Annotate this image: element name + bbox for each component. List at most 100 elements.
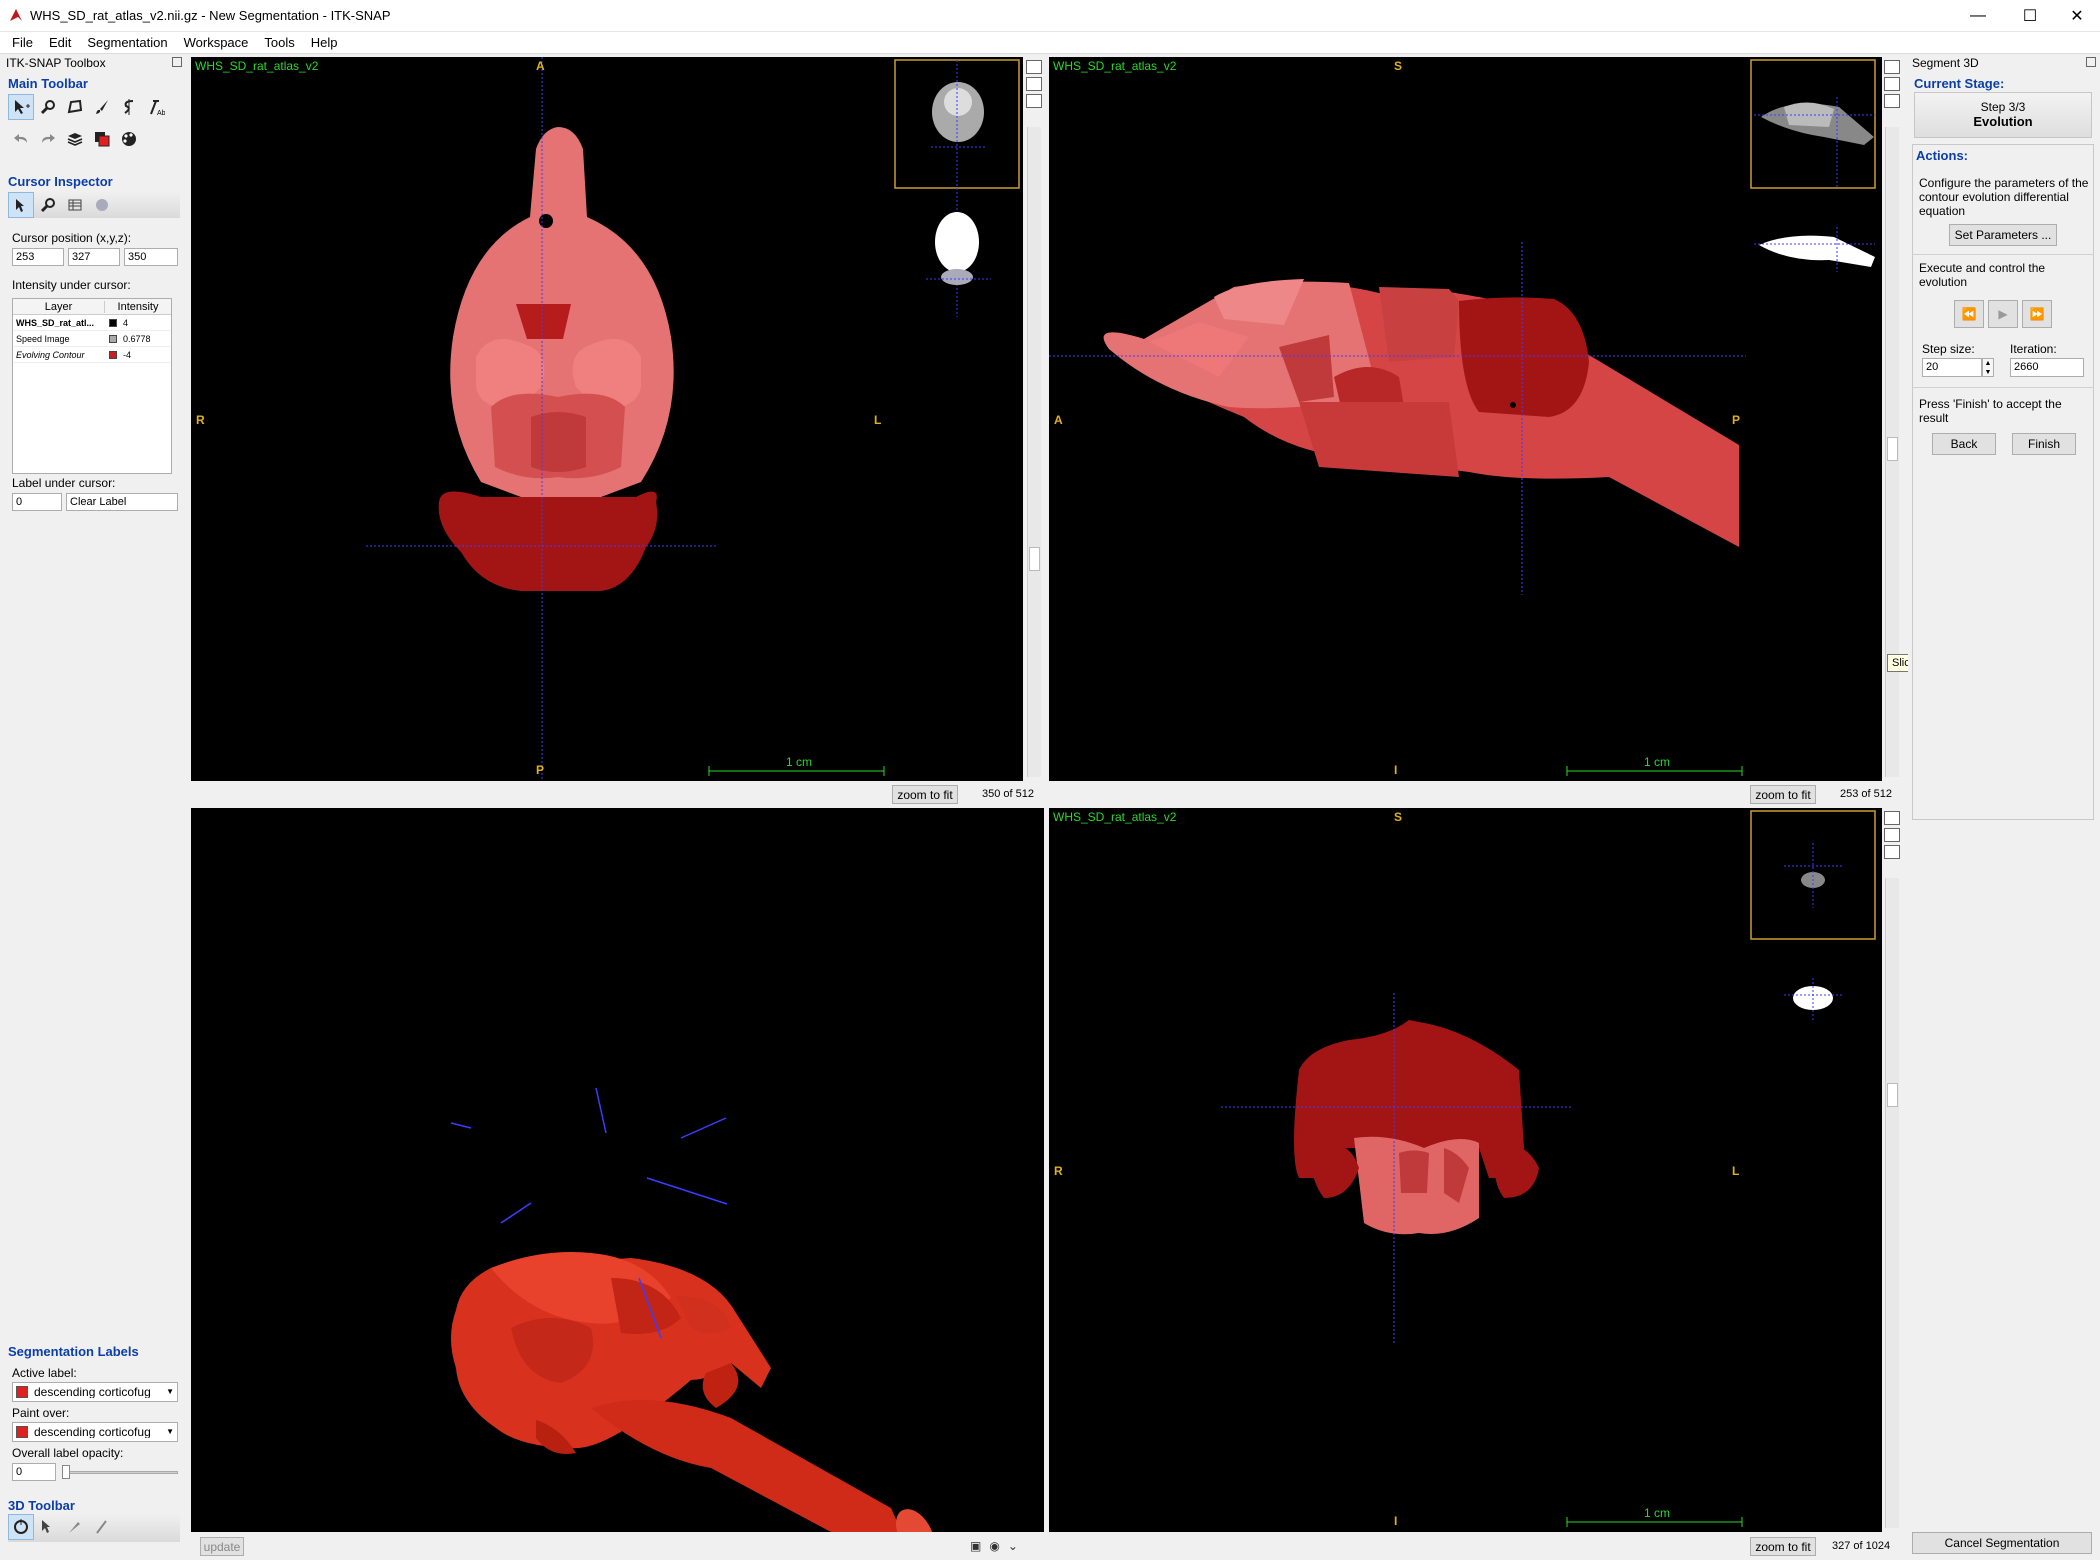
undock-icon[interactable]: [2086, 57, 2096, 67]
annotation-tool-icon[interactable]: Ab: [143, 94, 169, 120]
undock-icon[interactable]: [172, 57, 182, 67]
undo-icon[interactable]: [8, 126, 34, 152]
redo-icon[interactable]: [35, 126, 61, 152]
main-toolbar: Ab: [8, 94, 169, 120]
paint-over-swatch: [16, 1426, 28, 1438]
finish-button[interactable]: Finish: [2012, 433, 2076, 455]
set-parameters-button[interactable]: Set Parameters ...: [1949, 224, 2057, 246]
stage-indicator: Step 3/3 Evolution: [1914, 92, 2092, 138]
sagittal-slice-image: [1049, 59, 1876, 776]
table-icon[interactable]: [62, 192, 88, 218]
sagittal-scroll-thumb[interactable]: [1887, 437, 1898, 461]
layers-inspect-icon[interactable]: [89, 192, 115, 218]
label-editor-icon[interactable]: [89, 126, 115, 152]
itk-snap-app-icon: [10, 9, 22, 21]
crosshair-3d-icon[interactable]: [35, 1514, 61, 1540]
snake-tool-icon[interactable]: [116, 94, 142, 120]
coronal-scroll-thumb[interactable]: [1887, 1083, 1898, 1107]
cursor-inspector-title: Cursor Inspector: [8, 174, 113, 189]
cursor-icon[interactable]: [8, 192, 34, 218]
back-button[interactable]: Back: [1932, 433, 1996, 455]
update-3d-button[interactable]: update: [200, 1537, 244, 1556]
step-forward-button[interactable]: ⏩: [2022, 300, 2052, 328]
menu-help[interactable]: Help: [303, 35, 346, 50]
camera-icon[interactable]: [1884, 94, 1900, 108]
layer-name: Evolving Contour: [16, 349, 85, 360]
layout-icon[interactable]: [1884, 77, 1900, 91]
coronal-orient-bottom: I: [1394, 1514, 1398, 1528]
axial-slice-scrollbar[interactable]: [1027, 127, 1041, 777]
toolbox-title: ITK-SNAP Toolbox: [6, 56, 106, 70]
play-button[interactable]: ▶: [1988, 300, 2018, 328]
opacity-input[interactable]: 0: [12, 1463, 56, 1481]
view-mode-icon[interactable]: [1884, 60, 1900, 74]
menu-edit[interactable]: Edit: [41, 35, 79, 50]
active-label-dropdown[interactable]: descending corticofug ▼: [12, 1382, 178, 1402]
cursor-z-input[interactable]: 350: [124, 248, 178, 266]
polygon-tool-icon[interactable]: [62, 94, 88, 120]
divider: [1912, 387, 2094, 388]
paint-over-title: Paint over:: [12, 1406, 70, 1420]
camera-icon[interactable]: [1884, 845, 1900, 859]
sagittal-slice-scrollbar[interactable]: [1885, 127, 1899, 777]
zoom-inspect-icon[interactable]: [35, 192, 61, 218]
coronal-slice-scrollbar[interactable]: [1885, 878, 1899, 1528]
title-bar: WHS_SD_rat_atlas_v2.nii.gz - New Segment…: [0, 0, 2100, 32]
cancel-segmentation-button[interactable]: Cancel Segmentation: [1912, 1532, 2092, 1554]
axial-scroll-thumb[interactable]: [1029, 547, 1040, 571]
coronal-orient-right: L: [1732, 1164, 1740, 1178]
coronal-zoom-button[interactable]: zoom to fit: [1750, 1537, 1816, 1556]
close-button[interactable]: ✕: [2054, 0, 2100, 32]
zoom-tool-icon[interactable]: [35, 94, 61, 120]
reset-view-icon[interactable]: ▣: [970, 1539, 981, 1553]
menu-tools[interactable]: Tools: [256, 35, 302, 50]
step-size-arrows[interactable]: ▲ ▼: [1982, 358, 1994, 377]
cursor-y-input[interactable]: 327: [68, 248, 120, 266]
menu-segmentation[interactable]: Segmentation: [79, 35, 175, 50]
table-row[interactable]: WHS_SD_rat_atl... 4: [13, 315, 171, 331]
layers-icon[interactable]: [62, 126, 88, 152]
paintbrush-tool-icon[interactable]: [89, 94, 115, 120]
sagittal-zoom-button[interactable]: zoom to fit: [1750, 785, 1816, 804]
cursor-position-label: Cursor position (x,y,z):: [12, 231, 132, 245]
table-row[interactable]: Speed Image 0.6778: [13, 331, 171, 347]
axial-view[interactable]: WHS_SD_rat_atlas_v2 A P R L 1 cm: [191, 57, 1023, 781]
paint-over-dropdown[interactable]: descending corticofug ▼: [12, 1422, 178, 1442]
menu-workspace[interactable]: Workspace: [176, 35, 257, 50]
spray-icon[interactable]: [89, 1514, 115, 1540]
label-value-input[interactable]: 0: [12, 493, 62, 511]
camera-icon[interactable]: ◉: [989, 1539, 999, 1553]
render-3d-view[interactable]: [191, 808, 1044, 1532]
opacity-slider[interactable]: [62, 1471, 178, 1474]
actions-label: Actions:: [1916, 148, 1968, 163]
camera-icon[interactable]: [1026, 94, 1042, 108]
menu-file[interactable]: File: [4, 35, 41, 50]
view-mode-icon[interactable]: [1026, 60, 1042, 74]
rewind-button[interactable]: ⏪: [1954, 300, 1984, 328]
intensity-value: -4: [123, 349, 132, 360]
coronal-view[interactable]: WHS_SD_rat_atlas_v2 S I R L 1 cm: [1049, 808, 1882, 1532]
intensity-label: Intensity under cursor:: [12, 278, 131, 292]
maximize-button[interactable]: ☐: [2007, 0, 2053, 32]
axial-orient-bottom: P: [536, 763, 545, 777]
minimize-button[interactable]: —: [1955, 0, 2001, 32]
layout-icon[interactable]: [1026, 77, 1042, 91]
render3d-footer-icons: ▣ ◉ ⌄: [970, 1539, 1018, 1553]
cursor-x-input[interactable]: 253: [12, 248, 64, 266]
axial-orient-top: A: [536, 59, 545, 73]
layout-icon[interactable]: [1884, 828, 1900, 842]
play-icon: ▶: [1998, 307, 2008, 321]
table-row[interactable]: Evolving Contour -4: [13, 347, 171, 363]
crosshair-tool-icon[interactable]: [8, 94, 34, 120]
seg-labels-title: Segmentation Labels: [8, 1344, 139, 1359]
label-name-input[interactable]: Clear Label: [66, 493, 178, 511]
opacity-slider-handle[interactable]: [62, 1465, 70, 1479]
view-mode-icon[interactable]: [1884, 811, 1900, 825]
color-palette-icon[interactable]: [116, 126, 142, 152]
chevron-down-icon[interactable]: ⌄: [1008, 1539, 1018, 1553]
step-size-spinner[interactable]: 20: [1922, 358, 1982, 377]
scalpel-icon[interactable]: [62, 1514, 88, 1540]
sagittal-view[interactable]: WHS_SD_rat_atlas_v2 S I A P 1 cm: [1049, 57, 1882, 781]
rotate-3d-icon[interactable]: [8, 1514, 34, 1540]
axial-zoom-button[interactable]: zoom to fit: [892, 785, 958, 804]
